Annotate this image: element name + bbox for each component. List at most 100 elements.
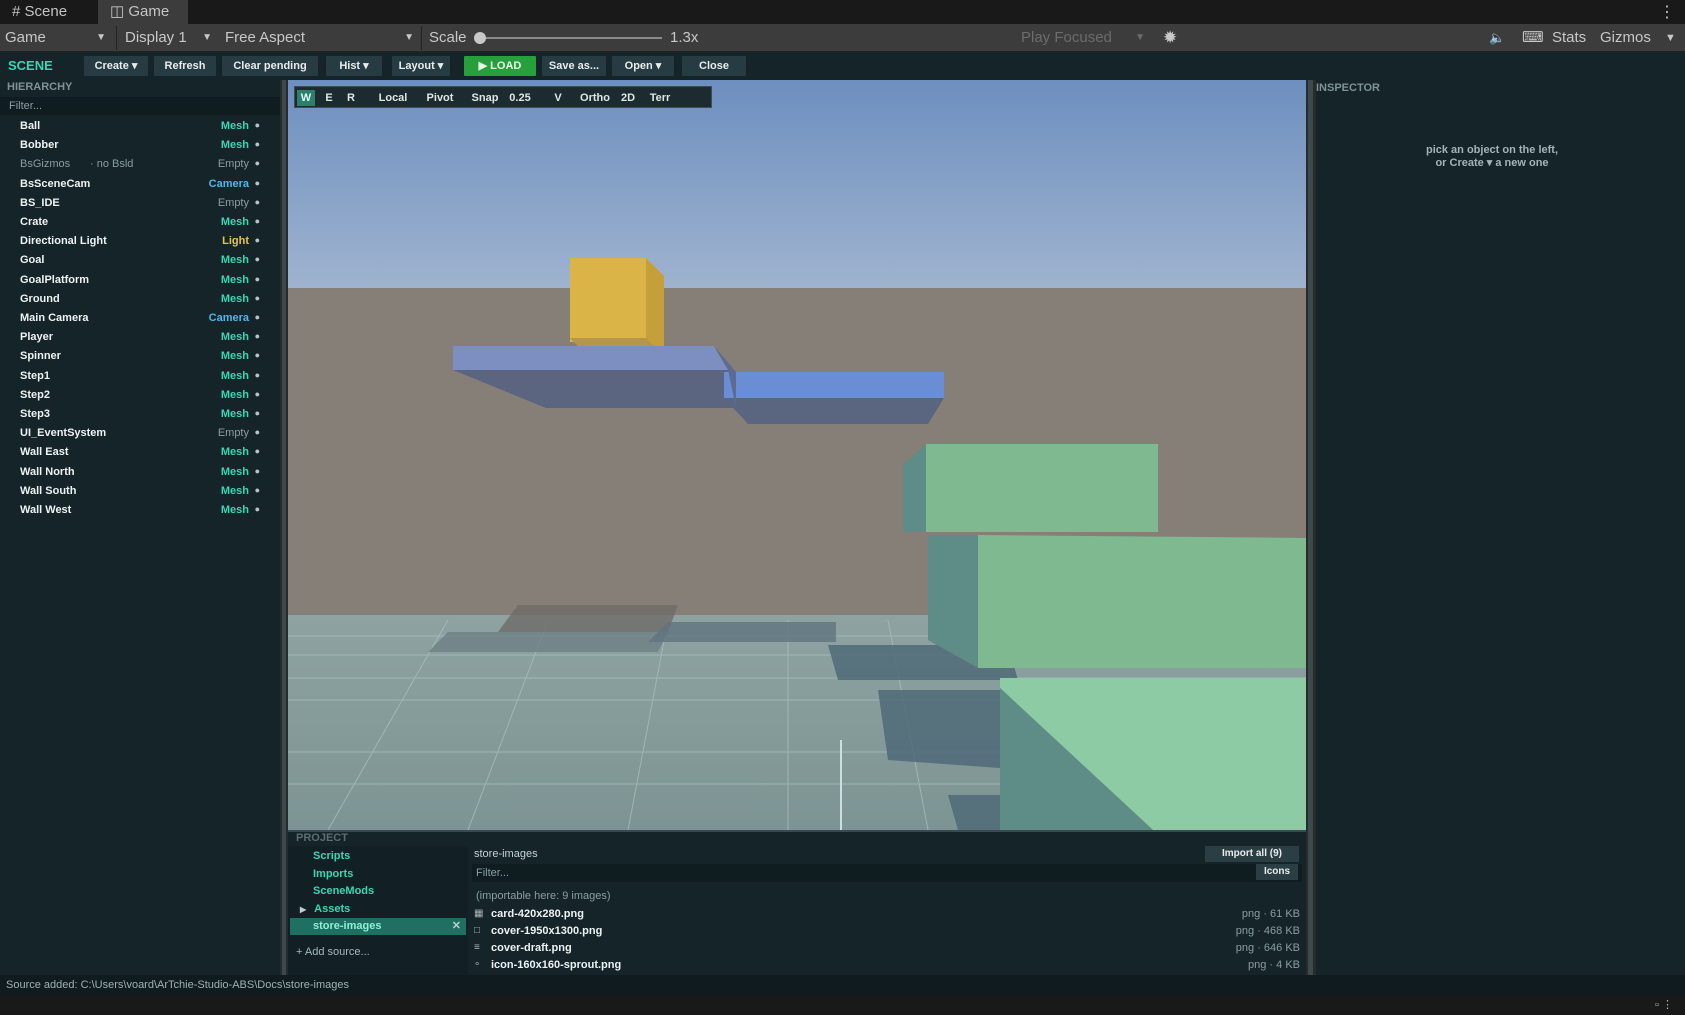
2d-button[interactable]: 2D [617,90,639,106]
source-item-scenemods[interactable]: SceneMods [313,883,374,900]
tab-game[interactable]: ◫ Game [98,0,188,24]
ortho-button[interactable]: Ortho [577,90,613,106]
hierarchy-item[interactable]: Bobber Mesh ● [0,136,280,155]
visibility-dot-icon[interactable]: ● [255,427,260,437]
visibility-dot-icon[interactable]: ● [255,274,260,284]
close-icon[interactable]: ✕ [452,918,461,935]
hierarchy-item[interactable]: Step1 Mesh ● [0,367,280,386]
hierarchy-item[interactable]: BS_IDE Empty ● [0,194,280,213]
source-item-store-images[interactable]: store-images ✕ [290,918,466,935]
visibility-dot-icon[interactable]: ● [255,350,260,360]
visibility-dot-icon[interactable]: ● [255,139,260,149]
hierarchy-item[interactable]: Wall South Mesh ● [0,482,280,501]
display-dropdown[interactable]: Display 1 ▼ [120,24,218,52]
left-splitter-handle[interactable] [282,80,286,975]
play-focused-dropdown[interactable]: Play Focused ▼ [1016,24,1151,52]
visibility-dot-icon[interactable]: ● [255,293,260,303]
hierarchy-item[interactable]: BsGizmos · no Bsld Empty ● [0,155,280,174]
open-menu-button[interactable]: Open ▾ [612,56,674,76]
right-splitter-handle[interactable] [1308,80,1313,975]
keyboard-icon[interactable]: ⌨ [1517,24,1544,52]
snap-value[interactable]: 0.25 [505,90,535,106]
hierarchy-item[interactable]: BsSceneCam Camera ● [0,175,280,194]
pivot-button[interactable]: Pivot [423,90,457,106]
chevron-right-icon: ▶ [300,905,307,914]
hierarchy-item[interactable]: Directional Light Light ● [0,232,280,251]
hierarchy-item[interactable]: Wall East Mesh ● [0,443,280,462]
source-item-imports[interactable]: Imports [313,866,353,883]
visibility-dot-icon[interactable]: ● [255,408,260,418]
hierarchy-item[interactable]: Player Mesh ● [0,328,280,347]
visibility-dot-icon[interactable]: ● [255,158,260,168]
move-tool-button[interactable]: W [297,90,315,106]
hierarchy-item[interactable]: Main Camera Camera ● [0,309,280,328]
vertex-snap-button[interactable]: V [551,90,565,106]
refresh-button[interactable]: Refresh [154,56,216,76]
scene-viewport[interactable] [288,80,1306,830]
scale-tool-button[interactable]: R [343,90,359,106]
hierarchy-item[interactable]: Step3 Mesh ● [0,405,280,424]
close-button[interactable]: Close [682,56,746,76]
hierarchy-item[interactable]: Wall North Mesh ● [0,463,280,482]
visibility-dot-icon[interactable]: ● [255,120,260,130]
visibility-dot-icon[interactable]: ● [255,370,260,380]
file-row[interactable]: □ cover-1950x1300.png png · 468 KB [474,923,1300,940]
local-space-button[interactable]: Local [375,90,411,106]
file-row[interactable]: ▦ card-420x280.png png · 61 KB [474,906,1300,923]
add-source-link[interactable]: + Add source... [296,946,370,958]
create-menu-button[interactable]: Create ▾ [84,56,148,76]
notification-icon[interactable]: ▫ ⋮ [1655,998,1673,1011]
visibility-dot-icon[interactable]: ● [255,178,260,188]
hierarchy-item[interactable]: Crate Mesh ● [0,213,280,232]
history-menu-button[interactable]: Hist ▾ [326,56,382,76]
file-row[interactable]: ∘ icon-160x160-sprout.png png · 4 KB [474,957,1300,974]
visibility-dot-icon[interactable]: ● [255,331,260,341]
visibility-dot-icon[interactable]: ● [255,254,260,264]
hierarchy-item[interactable]: Ground Mesh ● [0,290,280,309]
speaker-icon[interactable]: 🔈 [1484,24,1508,52]
hierarchy-item[interactable]: Goal Mesh ● [0,251,280,270]
visibility-dot-icon[interactable]: ● [255,216,260,226]
sky [288,80,1306,288]
layout-menu-button[interactable]: Layout ▾ [392,56,450,76]
view-dropdown[interactable]: Game ▼ [0,24,112,52]
visibility-dot-icon[interactable]: ● [255,389,260,399]
visibility-dot-icon[interactable]: ● [255,466,260,476]
scale-slider-handle[interactable] [474,32,486,44]
visibility-dot-icon[interactable]: ● [255,197,260,207]
import-all-button[interactable]: Import all (9) [1205,846,1299,862]
hierarchy-item[interactable]: Step2 Mesh ● [0,386,280,405]
clear-pending-button[interactable]: Clear pending [222,56,318,76]
visibility-dot-icon[interactable]: ● [255,485,260,495]
hierarchy-item[interactable]: GoalPlatform Mesh ● [0,271,280,290]
hierarchy-item[interactable]: Ball Mesh ● [0,117,280,136]
visibility-dot-icon[interactable]: ● [255,312,260,322]
more-options-icon[interactable]: ⋮ [1659,2,1675,22]
hierarchy-filter-input[interactable] [9,99,259,113]
hierarchy-item-name: Wall East [20,446,69,459]
bug-icon[interactable]: ✹ [1158,24,1186,52]
rotate-tool-button[interactable]: E [321,90,337,106]
aspect-dropdown[interactable]: Free Aspect ▼ [220,24,420,52]
save-as-button[interactable]: Save as... [542,56,606,76]
hierarchy-item[interactable]: UI_EventSystem Empty ● [0,424,280,443]
snap-button[interactable]: Snap [469,90,501,106]
hierarchy-item[interactable]: Wall West Mesh ● [0,501,280,520]
stats-button[interactable]: Stats [1547,24,1597,52]
hierarchy-item[interactable]: Spinner Mesh ● [0,347,280,366]
visibility-dot-icon[interactable]: ● [255,504,260,514]
scale-slider-track[interactable] [480,37,662,39]
chevron-down-icon[interactable]: ▼ [1660,24,1682,52]
icons-view-button[interactable]: Icons [1256,864,1298,880]
visibility-dot-icon[interactable]: ● [255,446,260,456]
load-button[interactable]: ▶ LOAD [464,56,536,76]
visibility-dot-icon[interactable]: ● [255,235,260,245]
hierarchy-item-type: Mesh [220,446,249,459]
tab-scene[interactable]: # Scene [0,0,96,24]
gizmos-button[interactable]: Gizmos [1595,24,1665,52]
file-row[interactable]: ≡ cover-draft.png png · 646 KB [474,940,1300,957]
source-item-scripts[interactable]: Scripts [313,848,350,865]
source-item-assets[interactable]: ▶ Assets [300,901,350,918]
terrain-button[interactable]: Terr [645,90,675,106]
project-filter-input[interactable] [476,866,1176,880]
